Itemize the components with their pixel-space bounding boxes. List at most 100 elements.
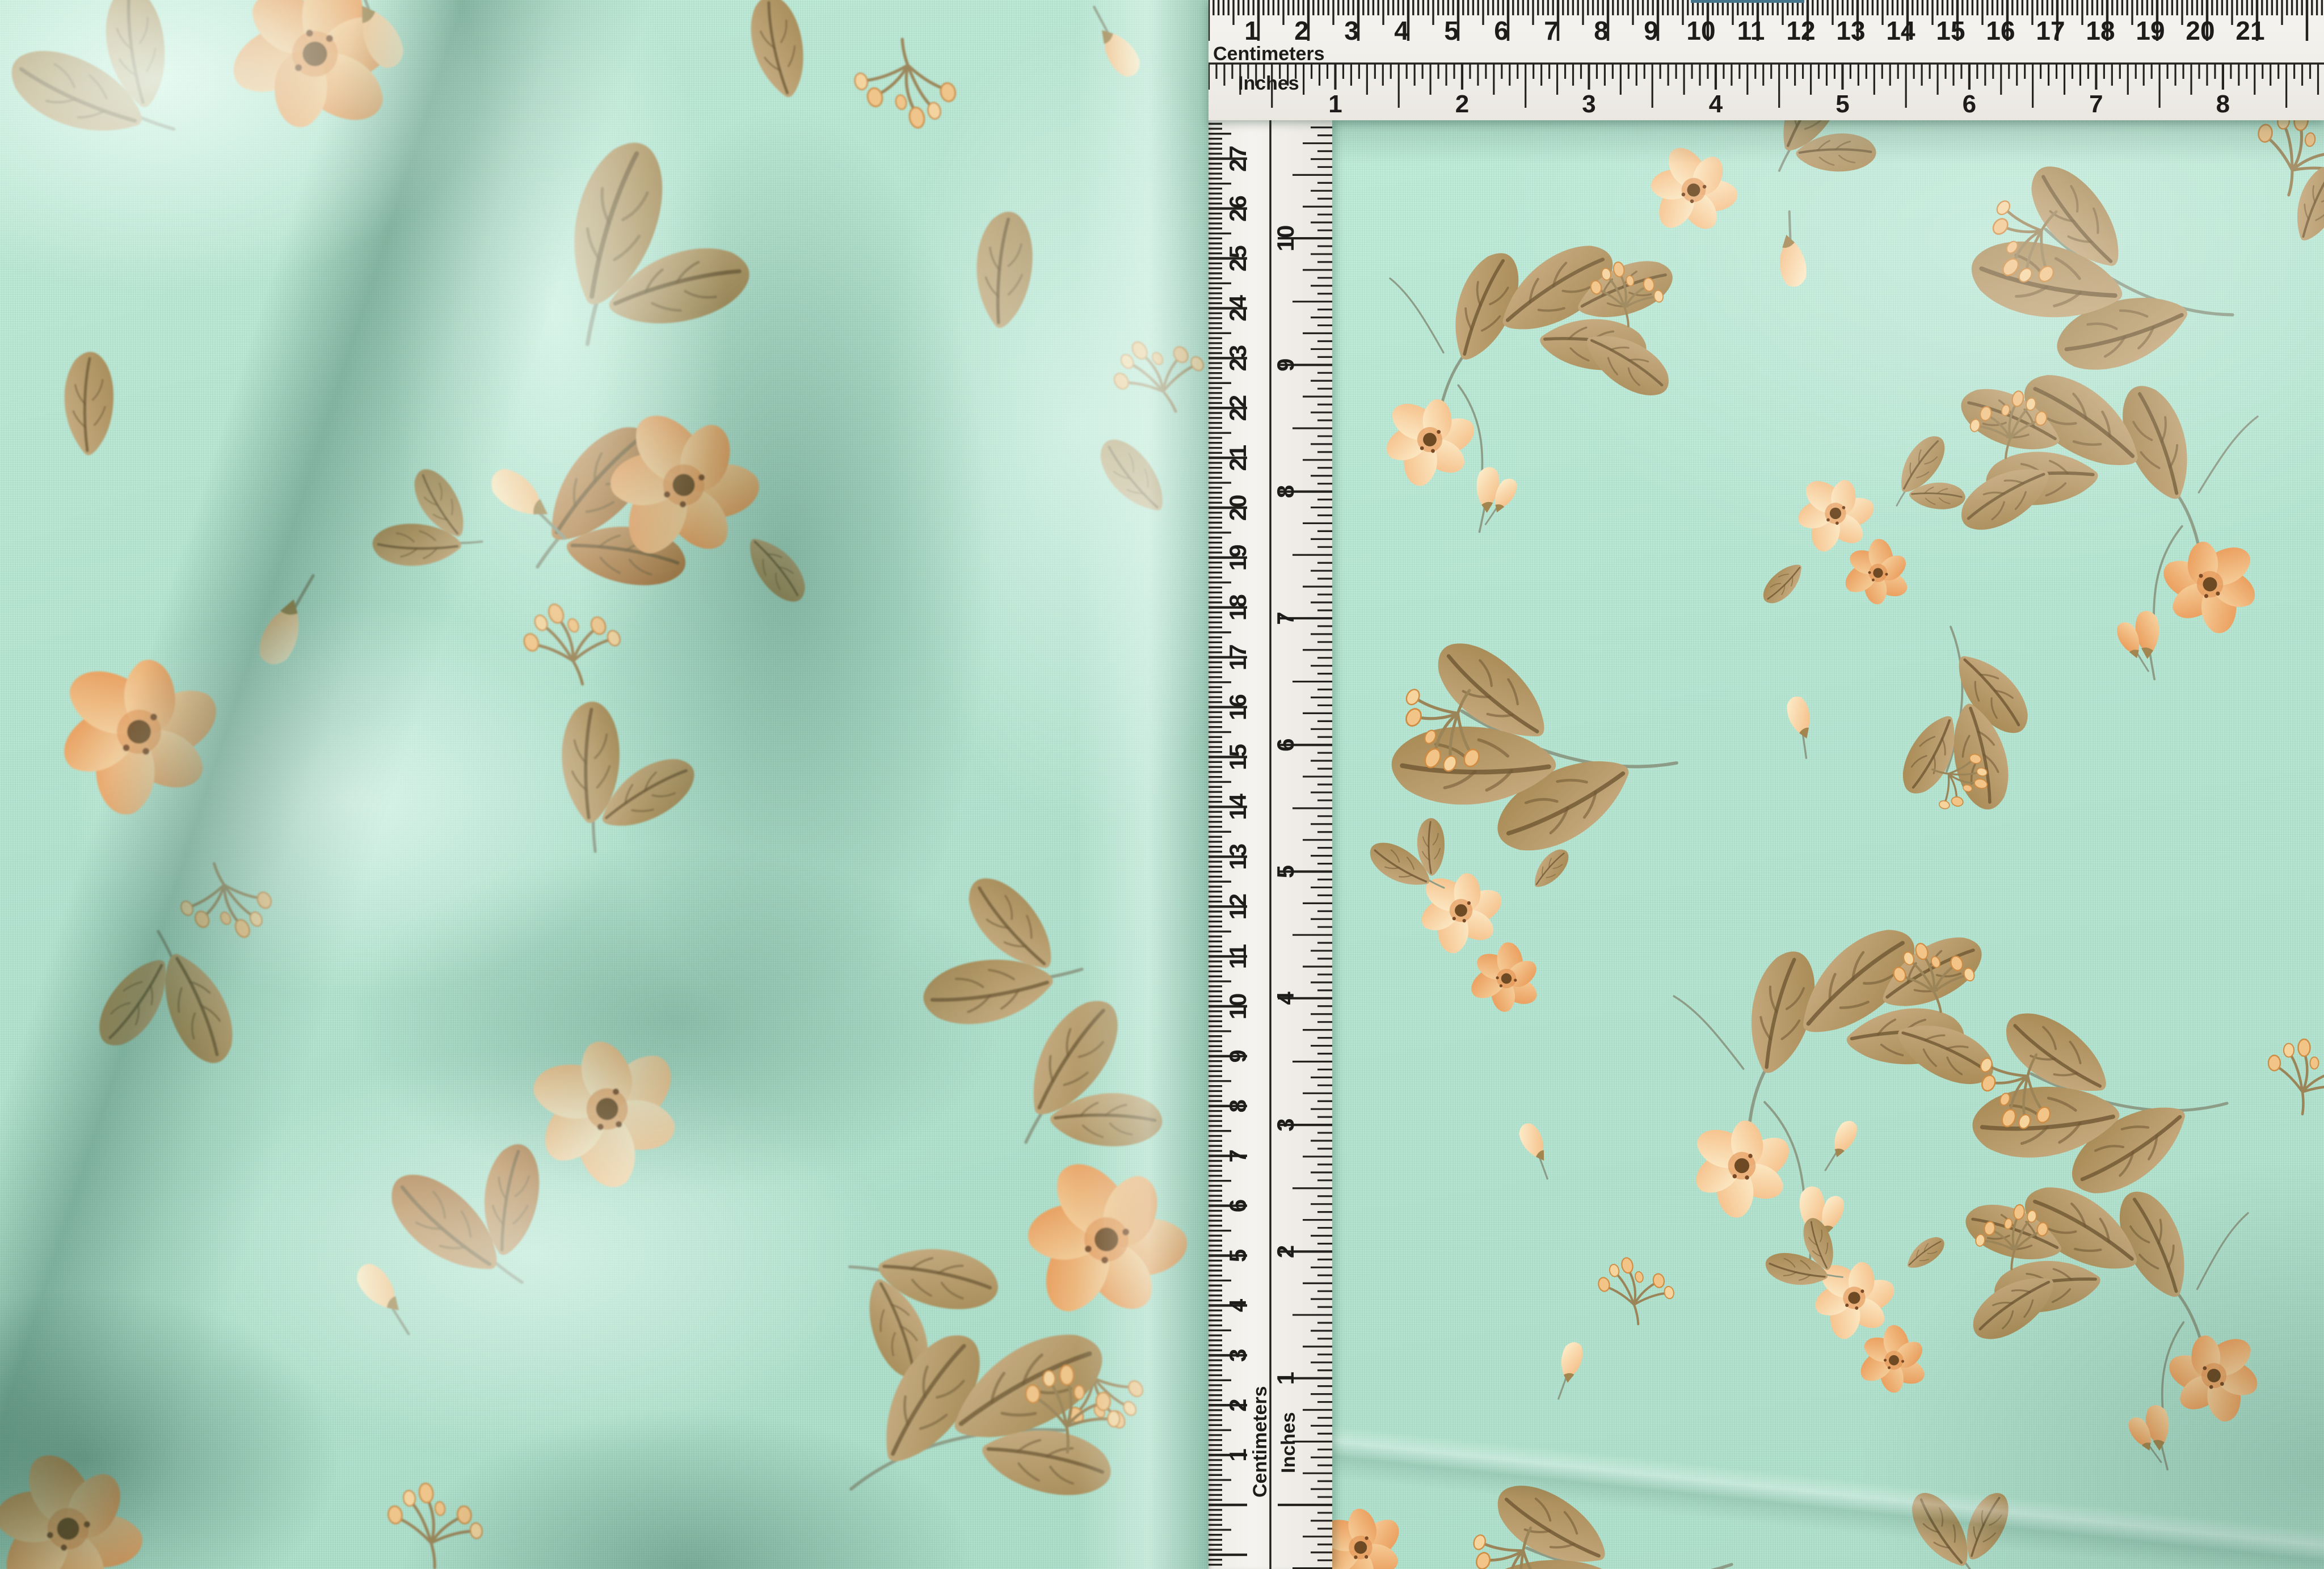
floral-motif <box>848 31 961 138</box>
ruler-number: 3 <box>1344 16 1359 45</box>
ruler-number: 4 <box>1394 16 1409 45</box>
floral-motif <box>1102 318 1217 431</box>
floral-motif <box>350 1258 426 1338</box>
ruler-number: 9 <box>1224 1049 1251 1062</box>
ruler-number: 5 <box>1444 16 1459 45</box>
ruler-number: 7 <box>1544 16 1559 45</box>
floral-motif <box>1092 429 1173 524</box>
ruler-number: 14 <box>1886 16 1915 45</box>
ruler-number: 1 <box>1272 1372 1299 1385</box>
ruler-number: 8 <box>2216 90 2230 118</box>
ruler-number: 11 <box>1737 16 1765 45</box>
floral-motif <box>254 566 319 669</box>
floral-motif <box>1526 845 1576 892</box>
ruler-number: 10 <box>1272 225 1299 252</box>
ruler-number: 26 <box>1224 195 1251 222</box>
ruler-number: 7 <box>1272 611 1299 625</box>
vertical-ruler-numbers: 1234567891011121314151617181920212223242… <box>1224 145 1299 1461</box>
floral-motif <box>1077 3 1146 82</box>
floral-motif <box>963 207 1043 332</box>
ruler-number: 23 <box>1224 345 1251 372</box>
ruler-number: 9 <box>1644 16 1658 45</box>
floral-motif <box>1904 1481 2022 1569</box>
ruler-number: 17 <box>2036 16 2065 45</box>
ruler-number: 4 <box>1224 1298 1251 1312</box>
ruler-number: 6 <box>1963 90 1976 118</box>
fabric-photo: 1234567891011121314151617181920211234567… <box>0 0 2324 1569</box>
floral-motif <box>170 848 281 956</box>
ruler-number: 21 <box>2235 16 2264 45</box>
floral-motif <box>48 635 233 832</box>
ruler-number: 14 <box>1224 793 1251 820</box>
ruler-number: 12 <box>1224 893 1251 920</box>
ruler-number: 3 <box>1272 1118 1299 1131</box>
ruler-number: 7 <box>2089 90 2103 118</box>
ruler-number: 6 <box>1494 16 1509 45</box>
floral-motif <box>355 448 507 606</box>
floral-motif <box>748 0 807 100</box>
ruler-number: 8 <box>1224 1099 1251 1112</box>
ruler-number: 16 <box>1224 694 1251 720</box>
ruler-number: 8 <box>1272 485 1299 498</box>
floral-motif <box>1822 1117 1860 1176</box>
photo-edge-strip <box>1691 0 1804 3</box>
ruler-number: 19 <box>1224 545 1251 571</box>
floral-motif <box>2268 1039 2324 1114</box>
floral-motif <box>1455 928 1557 1031</box>
inch-unit-label-horizontal: Inches <box>1238 73 1299 94</box>
ruler-number: 20 <box>1224 495 1251 521</box>
floral-motif <box>2281 159 2324 247</box>
ruler-number: 10 <box>1686 16 1715 45</box>
floral-motif <box>1844 1311 1943 1411</box>
ruler-number: 17 <box>1224 644 1251 670</box>
ruler-number: 16 <box>1986 16 2015 45</box>
ruler-number: 22 <box>1224 395 1251 421</box>
ruler-number: 9 <box>1272 358 1299 372</box>
floral-motif <box>507 678 723 885</box>
print-drape-group <box>0 0 1217 1569</box>
ruler-number: 2 <box>1272 1245 1299 1258</box>
floral-motif <box>515 586 630 699</box>
floral-motif <box>0 1428 167 1569</box>
ruler-number: 19 <box>2136 16 2165 45</box>
ruler-number: 2 <box>1455 90 1469 118</box>
ruler-number: 12 <box>1786 16 1815 45</box>
floral-print-overlay <box>0 0 2324 1569</box>
ruler-number: 1 <box>1224 1448 1251 1461</box>
ruler-number: 15 <box>1936 16 1965 45</box>
ruler-number: 2 <box>1224 1399 1251 1412</box>
floral-motif <box>1769 210 1810 289</box>
ruler-number: 8 <box>1594 16 1609 45</box>
floral-motif <box>492 108 790 409</box>
ruler-number: 27 <box>1224 145 1251 172</box>
floral-motif <box>1798 473 1873 556</box>
ruler-number: 6 <box>1272 739 1299 752</box>
ruler-number: 2 <box>1294 16 1309 45</box>
ruler-number: 25 <box>1224 245 1251 272</box>
cm-unit-label-vertical: Centimeters <box>1249 1386 1271 1498</box>
floral-motif <box>79 923 257 1078</box>
floral-motif <box>1948 986 2241 1230</box>
floral-motif <box>1887 623 2045 823</box>
ruler-number: 18 <box>2086 16 2115 45</box>
ruler-number: 20 <box>2186 16 2214 45</box>
horizontal-ruler: 1234567891011121314151617181920211234567… <box>1209 0 2324 120</box>
floral-motif <box>1901 1233 1950 1273</box>
floral-motif <box>385 1477 486 1569</box>
ruler-number: 6 <box>1224 1199 1251 1212</box>
floral-motif <box>1756 559 1810 609</box>
ruler-number: 18 <box>1224 594 1251 621</box>
ruler-number: 5 <box>1835 90 1849 118</box>
vertical-ruler: 1234567891011121314151617181920212223242… <box>1209 120 1332 1569</box>
ruler-number: 13 <box>1836 16 1865 45</box>
ruler-number: 7 <box>1224 1149 1251 1162</box>
floral-motif <box>1555 1340 1585 1402</box>
ruler-number: 5 <box>1272 865 1299 878</box>
ruler-number: 5 <box>1224 1249 1251 1262</box>
ruler-number: 10 <box>1224 993 1251 1020</box>
ruler-number: 13 <box>1224 843 1251 870</box>
ruler-number: 15 <box>1224 744 1251 770</box>
floral-motif <box>1415 861 1509 961</box>
floral-motif <box>741 527 813 611</box>
print-flat-group <box>1306 50 2324 1569</box>
